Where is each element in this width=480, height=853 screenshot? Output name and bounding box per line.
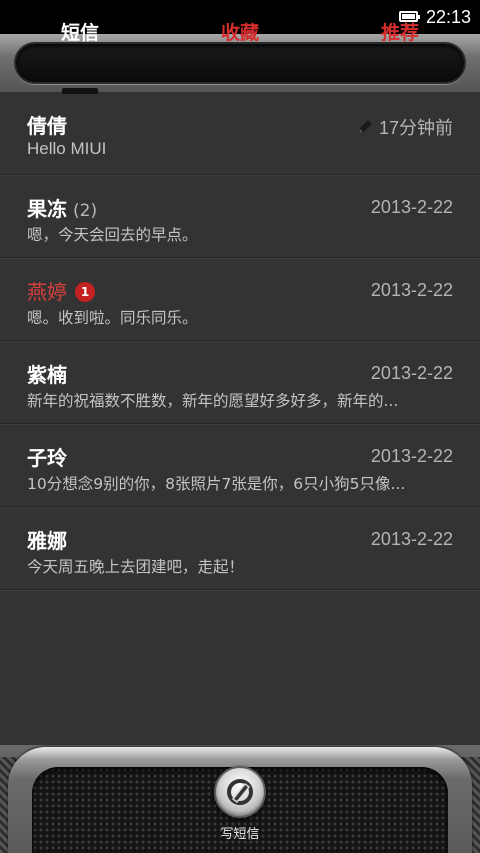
contact-name: 雅娜: [27, 529, 67, 553]
tab-bar: [14, 42, 466, 84]
tab-sms[interactable]: 短信: [30, 18, 130, 45]
conversation-list: 倩倩 17分钟前 Hello MIUI 果冻 (2) 2013-2-22 嗯，今天…: [0, 92, 480, 590]
tab-favorites[interactable]: 收藏: [190, 18, 290, 45]
contact-name: 紫楠: [27, 363, 67, 387]
compose-button[interactable]: [214, 766, 266, 818]
conversation-row[interactable]: 燕婷 1 2013-2-22 嗯。收到啦。同乐同乐。: [0, 258, 480, 341]
message-snippet: 嗯，今天会回去的早点。: [27, 226, 198, 244]
message-date: 17分钟前: [357, 114, 453, 140]
contact-name: 倩倩: [27, 114, 67, 138]
message-snippet: 新年的祝福数不胜数，新年的愿望好多好多，新年的...: [27, 392, 399, 410]
compose-icon: [227, 779, 253, 805]
message-count: (2): [73, 201, 98, 221]
contact-name: 燕婷 1: [27, 276, 95, 305]
message-snippet: 嗯。收到啦。同乐同乐。: [27, 309, 198, 327]
message-date: 2013-2-22: [370, 363, 453, 383]
conversation-row[interactable]: 倩倩 17分钟前 Hello MIUI: [0, 92, 480, 175]
unread-badge: 1: [75, 282, 95, 302]
contact-name: 果冻 (2): [27, 197, 98, 221]
message-date: 2013-2-22: [370, 280, 453, 300]
message-date: 2013-2-22: [370, 197, 453, 217]
message-date: 2013-2-22: [370, 446, 453, 466]
pencil-icon: [358, 120, 372, 134]
tab-recommended[interactable]: 推荐: [350, 18, 450, 45]
message-snippet: 今天周五晚上去团建吧，走起！: [27, 558, 245, 576]
message-date: 2013-2-22: [370, 529, 453, 549]
contact-name: 子玲: [27, 446, 67, 470]
message-snippet: Hello MIUI: [27, 139, 107, 158]
conversation-row[interactable]: 雅娜 2013-2-22 今天周五晚上去团建吧，走起！: [0, 507, 480, 590]
conversation-row[interactable]: 果冻 (2) 2013-2-22 嗯，今天会回去的早点。: [0, 175, 480, 258]
conversation-row[interactable]: 紫楠 2013-2-22 新年的祝福数不胜数，新年的愿望好多好多，新年的...: [0, 341, 480, 424]
compose-label[interactable]: 写短信: [200, 823, 280, 842]
conversation-row[interactable]: 子玲 2013-2-22 10分想念9别的你，8张照片7张是你，6只小狗5只像.…: [0, 424, 480, 507]
message-snippet: 10分想念9别的你，8张照片7张是你，6只小狗5只像...: [27, 475, 406, 493]
